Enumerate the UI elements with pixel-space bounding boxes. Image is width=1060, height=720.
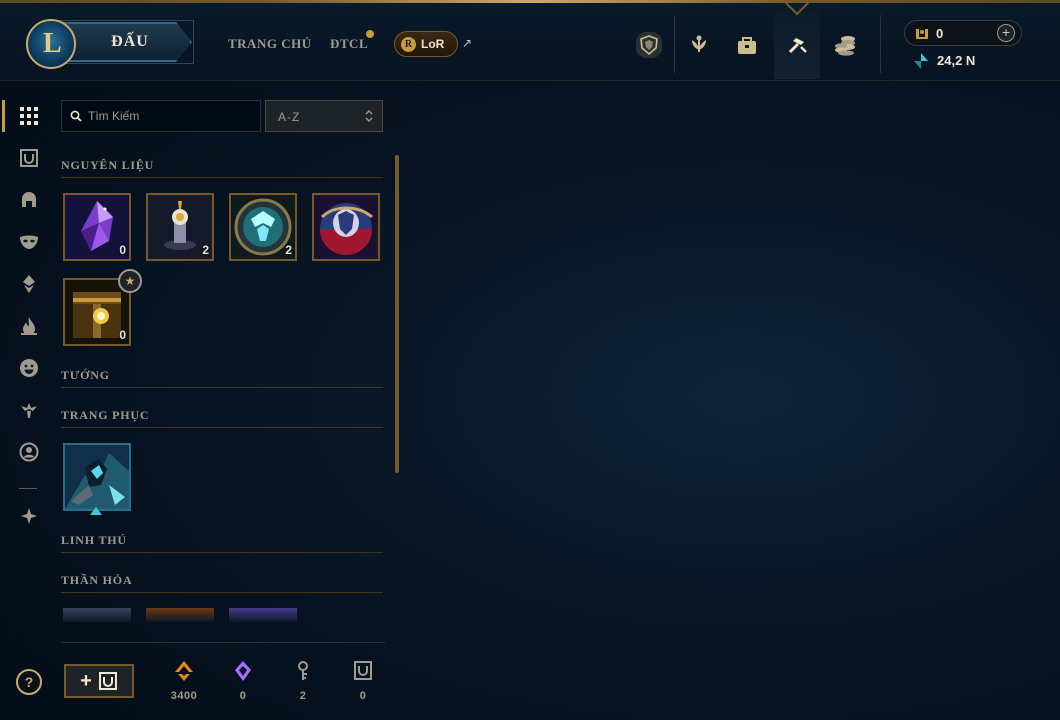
flame-icon[interactable] [14, 311, 44, 341]
event-orb-icon [314, 195, 378, 259]
companion-icon[interactable] [14, 395, 44, 425]
search-box [61, 100, 261, 132]
material-count: 0 [119, 328, 126, 342]
section-divider [61, 427, 383, 428]
rank-laurel-icon[interactable] [676, 11, 722, 79]
section-title-companions: LINH THÚ [61, 533, 127, 547]
orange-essence-counter: 3400 [164, 660, 204, 702]
plus-icon: + [80, 669, 92, 692]
chest-value: 0 [359, 690, 367, 702]
buy-rp-button[interactable]: + [997, 24, 1015, 42]
material-count: 2 [202, 243, 209, 257]
key-counter: 2 [283, 660, 323, 702]
header-separator [674, 15, 675, 73]
star-badge-icon: ★ [118, 269, 142, 293]
craft-key-button[interactable]: + [64, 664, 134, 698]
section-divider [61, 552, 383, 553]
header-separator [880, 15, 881, 73]
active-tab-chevron-icon [784, 1, 810, 16]
orange-essence-value: 3400 [170, 690, 198, 702]
skin-rarity-icon [90, 507, 102, 515]
search-input[interactable] [88, 106, 253, 126]
material-count: 2 [285, 243, 292, 257]
top-header: ĐẤU L TRANG CHỦ ĐTCL R LoR ↗ 0 + 24,2 N [0, 1, 1060, 81]
lor-button[interactable]: R LoR [394, 31, 458, 57]
chest-counter: 0 [343, 660, 383, 702]
riot-points-icon [916, 29, 928, 39]
loot-crafting-icon[interactable] [774, 11, 820, 79]
sidebar-divider [19, 488, 37, 489]
sort-value: A-Z [278, 110, 301, 124]
ward-icon[interactable] [14, 269, 44, 299]
key-icon [298, 661, 308, 680]
orange-essence-icon [175, 661, 193, 681]
material-count: 0 [119, 243, 126, 257]
mythic-essence-counter: 0 [223, 660, 263, 702]
loot-window: ĐẤU L TRANG CHỦ ĐTCL R LoR ↗ 0 + 24,2 N … [0, 0, 1060, 720]
section-title-skins: TRANG PHỤC [61, 408, 150, 422]
blue-essence-icon [914, 53, 928, 69]
material-tile[interactable] [312, 193, 380, 261]
mythic-essence-value: 0 [239, 690, 247, 702]
lor-logo-icon: R [401, 36, 416, 52]
section-title-ward-skins: THẦN HỎA [61, 573, 133, 587]
tft-emblem-icon[interactable] [626, 11, 672, 79]
profile-icon[interactable] [14, 437, 44, 467]
scrollbar-thumb[interactable] [395, 155, 399, 473]
blue-essence-value: 24,2 N [937, 53, 976, 68]
play-button[interactable]: ĐẤU [58, 22, 192, 62]
sort-arrows-icon [365, 110, 373, 122]
nav-tft[interactable]: ĐTCL [330, 36, 368, 52]
eternals-icon[interactable] [14, 501, 44, 531]
section-divider [61, 592, 383, 593]
section-title-champions: TƯỚNG [61, 368, 110, 382]
help-button[interactable]: ? [16, 669, 42, 695]
grid-icon[interactable] [14, 101, 44, 131]
ward-skin-tile[interactable] [229, 608, 297, 622]
key-value: 2 [299, 690, 307, 702]
skin-shard-icon [65, 445, 129, 509]
chest-icon [98, 672, 117, 690]
mythic-essence-icon [235, 661, 251, 681]
chest-icon [354, 661, 372, 680]
collection-bag-icon[interactable] [724, 11, 770, 79]
ward-skin-tile[interactable] [146, 608, 214, 622]
section-divider [61, 177, 383, 178]
tft-notification-dot [366, 30, 374, 38]
helmet-icon[interactable] [14, 185, 44, 215]
ward-skin-tile[interactable] [63, 608, 131, 622]
lor-label: LoR [421, 37, 445, 51]
material-tile[interactable]: 2 [229, 193, 297, 261]
play-button-label: ĐẤU [111, 33, 149, 50]
riot-points-value: 0 [936, 26, 944, 41]
external-link-icon: ↗ [462, 36, 473, 50]
section-title-materials: NGUYÊN LIỆU [61, 158, 155, 172]
nav-home[interactable]: TRANG CHỦ [228, 36, 312, 52]
store-coins-icon[interactable] [822, 11, 868, 79]
chest-icon[interactable] [14, 143, 44, 173]
sidebar-active-indicator [2, 100, 5, 132]
sort-dropdown[interactable]: A-Z [265, 100, 383, 132]
league-logo[interactable]: L [26, 19, 76, 69]
skin-shard-tile[interactable] [63, 443, 131, 511]
section-divider [61, 387, 383, 388]
footer-divider [61, 642, 385, 643]
material-tile[interactable]: 0 [63, 193, 131, 261]
emote-icon[interactable] [14, 353, 44, 383]
mask-icon[interactable] [14, 227, 44, 257]
material-tile[interactable]: 2 [146, 193, 214, 261]
search-icon [70, 110, 82, 122]
